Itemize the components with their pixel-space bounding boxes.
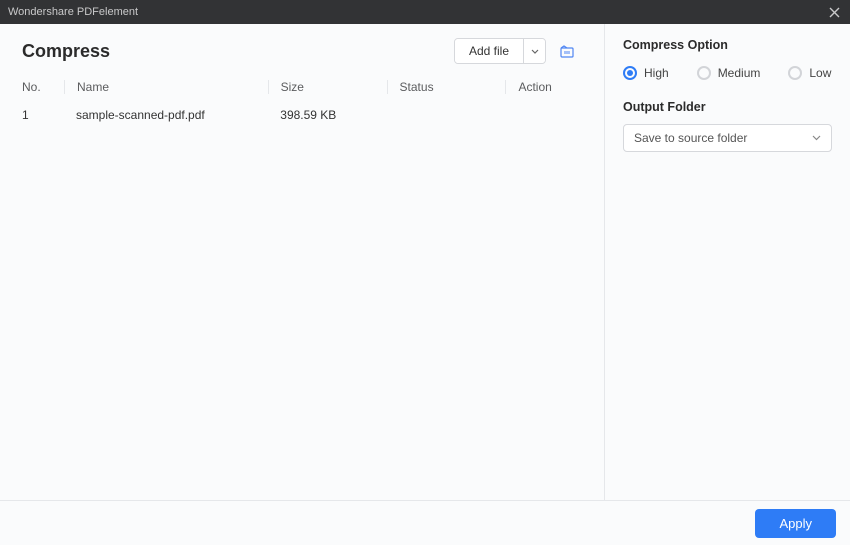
page-title: Compress <box>22 41 110 62</box>
app-name: Wondershare PDFelement <box>8 6 138 18</box>
col-header-status: Status <box>387 80 506 94</box>
footer: Apply <box>0 500 850 545</box>
col-header-action: Action <box>505 80 582 94</box>
side-panel: Compress Option High Medium Low Output F… <box>605 24 850 500</box>
radio-label: Low <box>809 66 831 80</box>
select-value: Save to source folder <box>634 131 747 145</box>
radio-medium[interactable]: Medium <box>697 66 761 80</box>
close-icon[interactable] <box>826 4 842 20</box>
col-header-size: Size <box>268 80 387 94</box>
col-header-no: No. <box>22 80 64 94</box>
main-panel: Compress Add file <box>0 24 605 500</box>
cell-name: sample-scanned-pdf.pdf <box>64 108 268 122</box>
output-folder-title: Output Folder <box>623 100 832 114</box>
output-folder-select[interactable]: Save to source folder <box>623 124 832 152</box>
chevron-down-icon <box>531 49 539 54</box>
table-header: No. Name Size Status Action <box>0 74 604 100</box>
titlebar: Wondershare PDFelement <box>0 0 850 24</box>
radio-high[interactable]: High <box>623 66 669 80</box>
apply-button[interactable]: Apply <box>755 509 836 538</box>
cell-size: 398.59 KB <box>268 108 387 122</box>
file-table: No. Name Size Status Action 1 sample-sca… <box>0 74 604 130</box>
compress-option-title: Compress Option <box>623 38 832 52</box>
radio-label: High <box>644 66 669 80</box>
add-file-group: Add file <box>454 38 546 64</box>
trash-folder-icon <box>559 43 575 59</box>
radio-low[interactable]: Low <box>788 66 831 80</box>
radio-icon <box>697 66 711 80</box>
add-file-dropdown[interactable] <box>523 39 545 63</box>
compress-option-radios: High Medium Low <box>623 66 832 80</box>
add-file-button[interactable]: Add file <box>455 39 523 63</box>
table-row[interactable]: 1 sample-scanned-pdf.pdf 398.59 KB <box>0 100 604 130</box>
radio-icon <box>788 66 802 80</box>
remove-folder-button[interactable] <box>556 40 578 62</box>
chevron-down-icon <box>812 135 821 141</box>
col-header-name: Name <box>64 80 268 94</box>
cell-no: 1 <box>22 108 64 122</box>
radio-label: Medium <box>718 66 761 80</box>
radio-icon <box>623 66 637 80</box>
